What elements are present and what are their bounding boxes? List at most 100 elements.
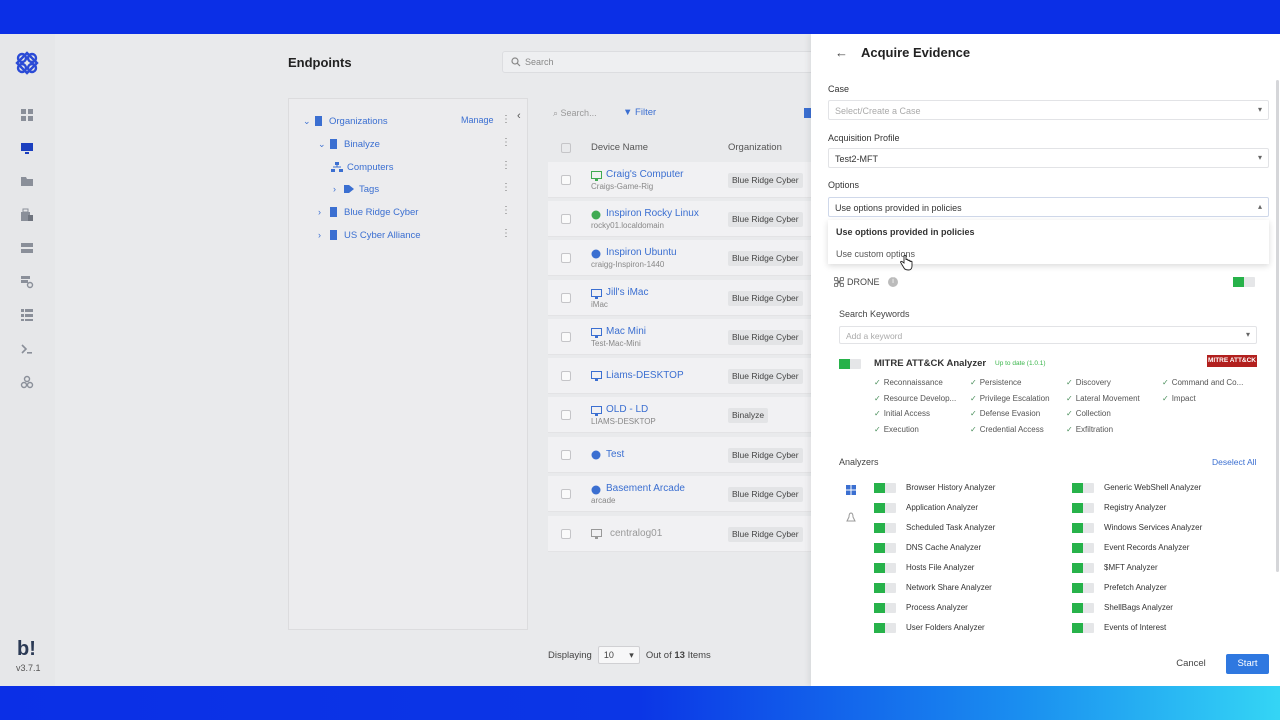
more-icon[interactable]: ⋮ bbox=[501, 114, 511, 125]
tactic-item[interactable]: ✓ Execution bbox=[874, 425, 919, 434]
row-checkbox[interactable] bbox=[561, 214, 571, 224]
analyzer-toggle[interactable] bbox=[1072, 623, 1094, 633]
tasks-icon[interactable] bbox=[20, 308, 34, 322]
tree-node-tags[interactable]: › Tags bbox=[333, 181, 379, 197]
analyzer-toggle[interactable] bbox=[1072, 503, 1094, 513]
tactic-item[interactable]: ✓ Command and Co... bbox=[1162, 378, 1243, 387]
device-name[interactable]: Mac Mini bbox=[606, 326, 646, 337]
tactic-item[interactable]: ✓ Credential Access bbox=[970, 425, 1044, 434]
more-icon[interactable]: ⋮ bbox=[501, 160, 511, 171]
tree-node-computers[interactable]: Computers bbox=[331, 159, 393, 175]
dashboard-icon[interactable] bbox=[20, 108, 34, 122]
info-icon[interactable]: i bbox=[888, 277, 898, 287]
chevron-right-icon[interactable]: › bbox=[318, 230, 328, 240]
table-row[interactable]: Jill's iMac iMac Blue Ridge Cyber bbox=[548, 280, 818, 316]
analyzer-toggle[interactable] bbox=[874, 603, 896, 613]
analyzer-toggle[interactable] bbox=[874, 543, 896, 553]
row-checkbox[interactable] bbox=[561, 175, 571, 185]
list-search-input[interactable]: ⌕ Search... bbox=[553, 108, 597, 119]
row-checkbox[interactable] bbox=[561, 253, 571, 263]
chevron-down-icon[interactable]: ⌄ bbox=[303, 116, 313, 127]
page-size-select[interactable]: 10 ▾ bbox=[597, 646, 640, 664]
storage-icon[interactable] bbox=[20, 241, 34, 255]
analyzer-toggle[interactable] bbox=[874, 623, 896, 633]
table-row[interactable]: centralog01 Blue Ridge Cyber bbox=[548, 516, 818, 552]
table-row[interactable]: Basement Arcade arcade Blue Ridge Cyber bbox=[548, 476, 818, 512]
case-select[interactable]: Select/Create a Case ▾ bbox=[828, 100, 1269, 120]
tactic-item[interactable]: ✓ Resource Develop... bbox=[874, 394, 956, 403]
analyzer-toggle[interactable] bbox=[1072, 603, 1094, 613]
select-all-checkbox[interactable] bbox=[561, 143, 571, 153]
chevron-down-icon[interactable]: ⌄ bbox=[318, 139, 328, 150]
device-name[interactable]: centralog01 bbox=[610, 528, 662, 539]
acquisition-profile-select[interactable]: Test2-MFT ▾ bbox=[828, 148, 1269, 168]
chevron-right-icon[interactable]: › bbox=[318, 207, 328, 217]
cancel-button[interactable]: Cancel bbox=[1162, 654, 1220, 674]
tree-node-us-cyber-alliance[interactable]: › US Cyber Alliance bbox=[318, 227, 421, 243]
tree-node-blue-ridge-cyber[interactable]: › Blue Ridge Cyber bbox=[318, 204, 418, 220]
row-checkbox[interactable] bbox=[561, 371, 571, 381]
menu-item-policy-options[interactable]: Use options provided in policies bbox=[836, 227, 975, 237]
terminal-icon[interactable] bbox=[20, 342, 34, 356]
deselect-all-link[interactable]: Deselect All bbox=[1212, 457, 1256, 467]
tactic-item[interactable]: ✓ Initial Access bbox=[874, 409, 930, 418]
start-button[interactable]: Start bbox=[1226, 654, 1269, 674]
row-checkbox[interactable] bbox=[561, 489, 571, 499]
analyzer-toggle[interactable] bbox=[874, 563, 896, 573]
collapse-panel-icon[interactable]: ‹ bbox=[517, 110, 521, 122]
table-row[interactable]: Test Blue Ridge Cyber bbox=[548, 437, 818, 473]
device-name[interactable]: Test bbox=[606, 449, 624, 460]
tactic-item[interactable]: ✓ Reconnaissance bbox=[874, 378, 943, 387]
device-name[interactable]: Jill's iMac bbox=[606, 287, 648, 298]
device-name[interactable]: Inspiron Ubuntu bbox=[606, 247, 677, 258]
analyzer-toggle[interactable] bbox=[874, 483, 896, 493]
more-icon[interactable]: ⋮ bbox=[501, 228, 511, 239]
global-search-input[interactable]: Search bbox=[502, 51, 822, 73]
analyzer-toggle[interactable] bbox=[1072, 583, 1094, 593]
tree-node-binalyze[interactable]: ⌄ Binalyze bbox=[318, 136, 380, 152]
analyzer-toggle[interactable] bbox=[874, 503, 896, 513]
tactic-item[interactable]: ✓ Discovery bbox=[1066, 378, 1111, 387]
filter-button[interactable]: ▼ Filter bbox=[623, 107, 656, 118]
tactic-item[interactable]: ✓ Exfiltration bbox=[1066, 425, 1113, 434]
tactic-item[interactable]: ✓ Lateral Movement bbox=[1066, 394, 1140, 403]
table-row[interactable]: Liams-DESKTOP Blue Ridge Cyber bbox=[548, 358, 818, 394]
device-name[interactable]: Liams-DESKTOP bbox=[606, 370, 684, 381]
more-icon[interactable]: ⋮ bbox=[501, 205, 511, 216]
keyword-input[interactable]: Add a keyword ▾ bbox=[839, 326, 1257, 344]
table-row[interactable]: Inspiron Rocky Linux rocky01.localdomain… bbox=[548, 201, 818, 237]
device-name[interactable]: OLD - LD bbox=[606, 404, 648, 415]
drawer-scrollbar[interactable] bbox=[1276, 80, 1279, 572]
more-icon[interactable]: ⋮ bbox=[501, 182, 511, 193]
more-icon[interactable]: ⋮ bbox=[501, 137, 511, 148]
tactic-item[interactable]: ✓ Persistence bbox=[970, 378, 1022, 387]
analyzer-toggle[interactable] bbox=[1072, 563, 1094, 573]
analyzer-toggle[interactable] bbox=[874, 583, 896, 593]
binalyze-logo-icon[interactable] bbox=[15, 51, 39, 75]
device-name[interactable]: Craig's Computer bbox=[606, 169, 684, 180]
tactic-item[interactable]: ✓ Impact bbox=[1162, 394, 1196, 403]
search-db-icon[interactable] bbox=[20, 275, 34, 289]
table-row[interactable]: OLD - LD LIAMS-DESKTOP Binalyze bbox=[548, 397, 818, 433]
device-name[interactable]: Basement Arcade bbox=[606, 483, 685, 494]
analyzer-toggle[interactable] bbox=[1072, 543, 1094, 553]
device-name[interactable]: Inspiron Rocky Linux bbox=[606, 208, 699, 219]
tree-node-organizations[interactable]: ⌄ Organizations bbox=[303, 113, 388, 129]
analyzer-toggle[interactable] bbox=[1072, 523, 1094, 533]
analyzer-toggle[interactable] bbox=[1072, 483, 1094, 493]
row-checkbox[interactable] bbox=[561, 332, 571, 342]
table-row[interactable]: Mac Mini Test-Mac-Mini Blue Ridge Cyber bbox=[548, 319, 818, 355]
column-device-name[interactable]: Device Name bbox=[591, 142, 648, 153]
tactic-item[interactable]: ✓ Collection bbox=[1066, 409, 1111, 418]
drone-toggle[interactable] bbox=[1233, 277, 1255, 287]
table-row[interactable]: Inspiron Ubuntu craigg-Inspiron-1440 Blu… bbox=[548, 240, 818, 276]
case-icon[interactable] bbox=[20, 208, 34, 222]
table-row[interactable]: Craig's Computer Craigs-Game-Rig Blue Ri… bbox=[548, 162, 818, 198]
windows-icon[interactable] bbox=[846, 485, 856, 495]
chevron-right-icon[interactable]: › bbox=[333, 184, 343, 194]
options-select[interactable]: Use options provided in policies ▴ bbox=[828, 197, 1269, 217]
folder-icon[interactable] bbox=[20, 174, 34, 188]
tactic-item[interactable]: ✓ Defense Evasion bbox=[970, 409, 1040, 418]
row-checkbox[interactable] bbox=[561, 293, 571, 303]
column-organization[interactable]: Organization bbox=[728, 142, 782, 153]
